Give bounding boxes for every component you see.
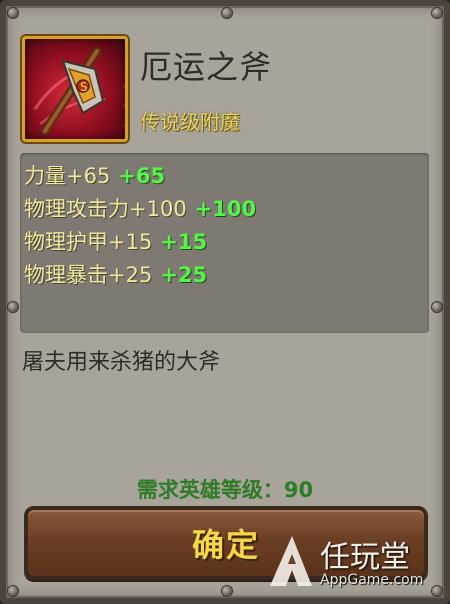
- stat-row: 力量+65 +65: [24, 161, 165, 191]
- edge-bolt-left: [8, 302, 18, 312]
- watermark-english: AppGame.com: [320, 572, 424, 588]
- svg-text:S: S: [80, 80, 88, 94]
- confirm-button-label: 确定: [191, 526, 260, 564]
- item-description: 屠夫用来杀猪的大斧: [22, 350, 221, 375]
- red-axe-icon: S: [33, 46, 106, 136]
- hero-level-requirement: 需求英雄等级：90: [136, 478, 314, 502]
- item-icon-frame: S ★ ★ ★ ★ ★: [22, 36, 128, 142]
- watermark: 任玩堂 AppGame.com: [266, 530, 444, 596]
- stats-panel: 力量+65 +65 物理攻击力+100 +100 物理护甲+15 +15 物理暴击+2…: [20, 153, 429, 333]
- stat-row: 物理暴击+25 +25: [24, 260, 207, 290]
- corner-bolt-bottom-left: [8, 586, 18, 596]
- corner-bolt-top-left: [8, 8, 18, 18]
- star-rating: ★ ★ ★ ★ ★: [119, 78, 125, 139]
- stat-bonus: +15: [160, 230, 208, 254]
- stat-label: 力量+65: [24, 164, 111, 188]
- stat-label: 物理攻击力+100: [24, 197, 187, 221]
- corner-bolt-top-right: [432, 8, 442, 18]
- appgame-logo-icon: [270, 536, 312, 586]
- stat-bonus: +100: [194, 197, 257, 221]
- stat-row: 物理护甲+15 +15: [24, 227, 207, 257]
- edge-bolt-bottom: [222, 586, 232, 596]
- item-name: 厄运之斧: [140, 48, 273, 86]
- stat-label: 物理暴击+25: [24, 263, 153, 287]
- edge-bolt-top: [222, 8, 232, 18]
- item-grade: 传说级附魔: [140, 110, 240, 134]
- stat-row: 物理攻击力+100 +100: [24, 194, 256, 224]
- stat-bonus: +65: [118, 164, 166, 188]
- watermark-chinese: 任玩堂: [320, 540, 410, 575]
- edge-bolt-right: [432, 302, 442, 312]
- stat-bonus: +25: [160, 263, 208, 287]
- stat-label: 物理护甲+15: [24, 230, 153, 254]
